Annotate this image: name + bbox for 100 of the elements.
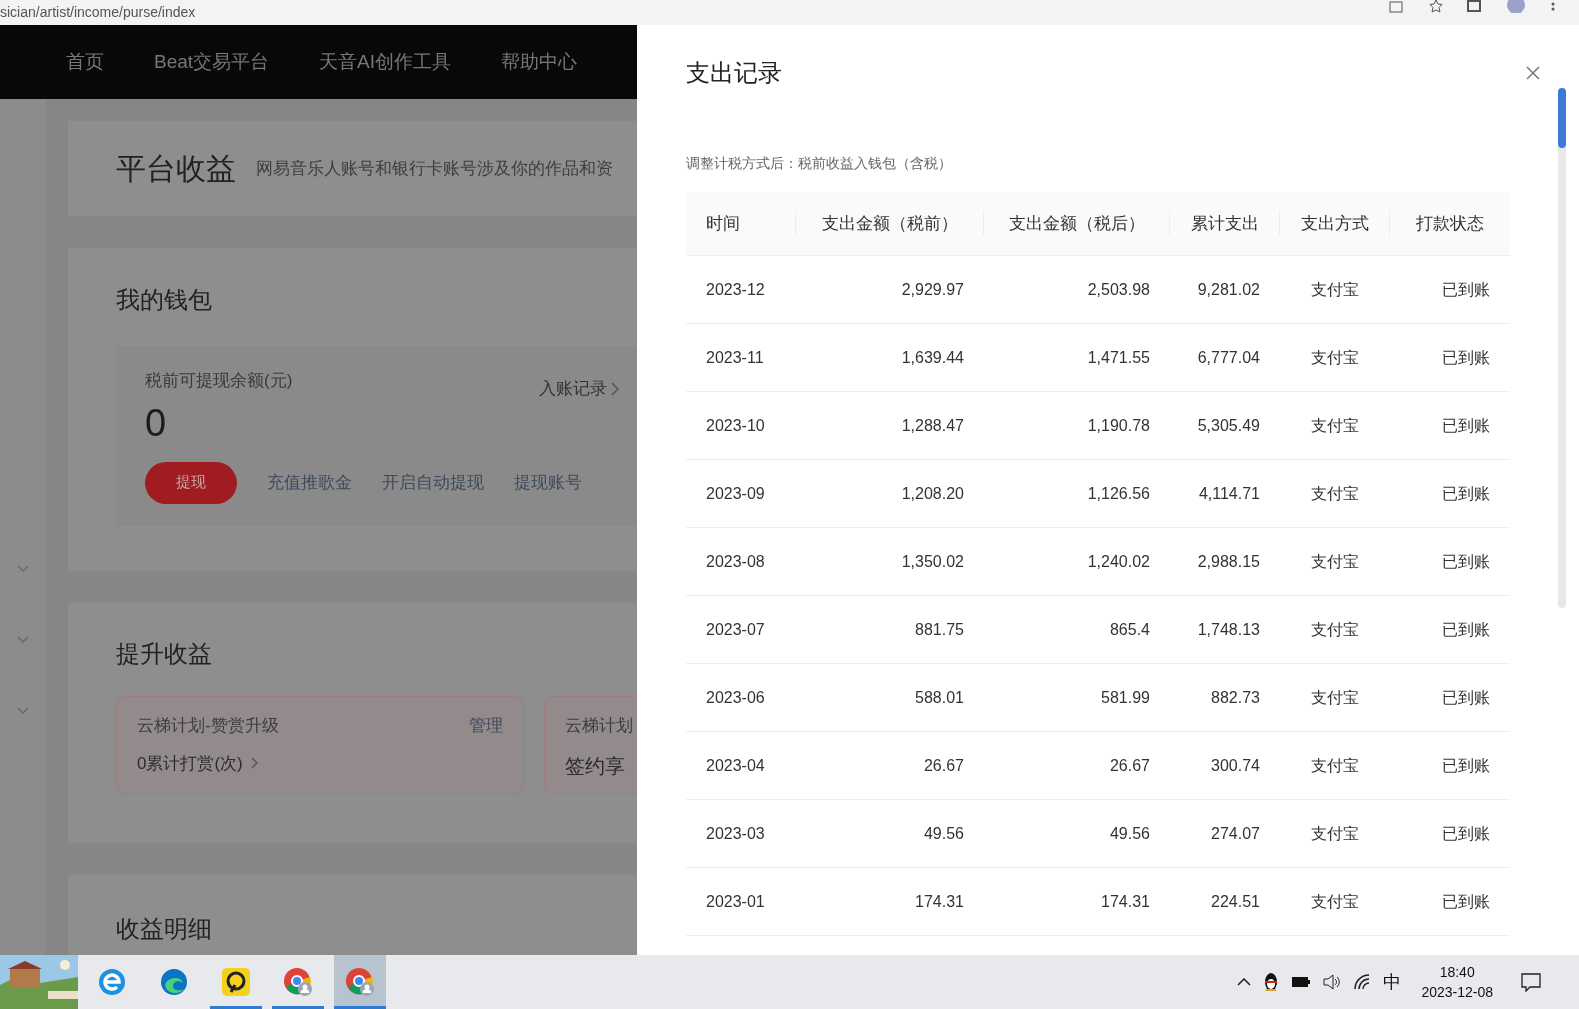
column-header: 支出金额（税前） <box>796 210 984 237</box>
manage-link[interactable]: 管理 <box>469 713 503 739</box>
wallet-link[interactable]: 开启自动提现 <box>382 469 484 496</box>
table-cell-text: 2023-09 <box>705 483 766 504</box>
nav-link[interactable]: 帮助中心 <box>501 47 578 77</box>
table-cell-text: 4,114.71 <box>1197 483 1261 504</box>
table-cell-text: 已到账 <box>1441 823 1491 844</box>
table-cell-text: 已到账 <box>1441 891 1491 912</box>
profile-icon[interactable] <box>1505 0 1527 13</box>
wallet-link[interactable]: 提现账号 <box>514 469 582 496</box>
penguin-icon[interactable] <box>1263 972 1280 992</box>
battery-icon[interactable] <box>1291 976 1312 988</box>
tax-note: 调整计税方式后：税前收益入钱包（含税） <box>686 154 953 173</box>
table-cell-text: 174.31 <box>1100 891 1151 912</box>
table-cell-text: 1,208.20 <box>900 483 965 504</box>
table-cell-text: 2,929.97 <box>900 279 965 300</box>
nav-link[interactable]: 首页 <box>66 47 104 77</box>
table-cell-text: 2023-01 <box>705 891 766 912</box>
plan-card[interactable]: 云梯计划 签约享 <box>544 696 637 794</box>
app-icon <box>221 967 251 997</box>
table-cell-text: 2023-08 <box>705 551 766 572</box>
table-cell-text: 1,748.13 <box>1196 619 1261 640</box>
page-title: 平台收益 <box>116 151 236 187</box>
table-cell-text: 1,240.02 <box>1086 551 1151 572</box>
table-cell-text: 49.56 <box>922 823 965 844</box>
table-cell-text: 2023-04 <box>705 755 766 776</box>
table-cell-text: 1,350.02 <box>900 551 965 572</box>
table-cell-text: 9,281.02 <box>1196 279 1261 300</box>
table-cell-text: 支付宝 <box>1310 687 1360 708</box>
table-cell-text: 已到账 <box>1441 483 1491 504</box>
clock-time: 18:40 <box>1439 963 1475 982</box>
input-method-indicator[interactable]: 中 <box>1383 968 1402 996</box>
table-cell-text: 已到账 <box>1441 551 1491 572</box>
table-cell-text: 已到账 <box>1441 347 1491 368</box>
url-text[interactable]: sician/artist/income/purse/index <box>0 4 196 20</box>
plan-stat: 签约享 <box>565 753 625 779</box>
table-cell-text: 支付宝 <box>1310 619 1360 640</box>
table-cell-text: 882.73 <box>1210 687 1261 708</box>
table-cell-text: 1,471.55 <box>1086 347 1151 368</box>
chevron-up-icon[interactable] <box>1237 978 1252 986</box>
wallet-link[interactable]: 充值推歌金 <box>267 469 352 496</box>
table-cell-text: 2023-12 <box>705 279 766 300</box>
plan-stat: 0累计打赏(次) <box>137 752 243 775</box>
table-cell-text: 已到账 <box>1441 687 1491 708</box>
table-cell-text: 1,288.47 <box>900 415 965 436</box>
plan-card[interactable]: 云梯计划-赞赏升级 管理 0累计打赏(次) <box>116 696 524 794</box>
withdraw-button[interactable]: 提现 <box>145 461 237 504</box>
more-icon[interactable] <box>1551 1 1555 11</box>
column-header: 打款状态 <box>1415 212 1485 235</box>
star-icon[interactable] <box>1429 0 1443 13</box>
column-header: 支出方式 <box>1280 210 1390 237</box>
table-cell-text: 2023-06 <box>705 687 766 708</box>
table-cell-text: 49.56 <box>1108 823 1151 844</box>
close-icon[interactable] <box>1526 66 1540 80</box>
browser-profile-icon <box>344 966 376 998</box>
window-icon[interactable] <box>1467 0 1481 12</box>
table-cell-text: 174.31 <box>914 891 965 912</box>
table-cell-text: 2023-10 <box>705 415 766 436</box>
table-cell-text: 881.75 <box>914 619 965 640</box>
balance-value: 0 <box>145 401 168 444</box>
clock-date: 2023-12-08 <box>1421 983 1493 1002</box>
table-cell-text: 865.4 <box>1108 619 1151 640</box>
table-cell-text: 支付宝 <box>1310 347 1360 368</box>
table-cell-text: 已到账 <box>1441 415 1491 436</box>
table-cell-text: 274.07 <box>1210 823 1261 844</box>
table-cell-text: 581.99 <box>1100 687 1151 708</box>
section-title: 提升收益 <box>116 639 213 669</box>
table-cell-text: 1,639.44 <box>900 347 965 368</box>
section-title: 我的钱包 <box>116 285 213 315</box>
share-icon[interactable] <box>1389 0 1405 13</box>
column-header: 时间 <box>686 210 796 237</box>
page-description: 网易音乐人账号和银行卡账号涉及你的作品和资 <box>256 157 613 180</box>
plan-title: 云梯计划-赞赏升级 <box>137 715 279 737</box>
table-cell-text: 支付宝 <box>1310 551 1360 572</box>
wifi-icon[interactable] <box>1353 974 1372 990</box>
table-cell-text: 支付宝 <box>1310 279 1360 300</box>
records-link[interactable]: 入账记录 <box>539 376 619 402</box>
table-cell-text: 2023-07 <box>705 619 766 640</box>
nav-link[interactable]: Beat交易平台 <box>154 47 270 77</box>
table-cell-text: 5,305.49 <box>1196 415 1261 436</box>
table-cell-text: 2,988.15 <box>1196 551 1261 572</box>
table-cell-text: 2023-11 <box>705 347 765 368</box>
volume-icon[interactable] <box>1323 974 1342 990</box>
scrollbar[interactable] <box>1558 88 1566 608</box>
table-cell-text: 2,503.98 <box>1086 279 1151 300</box>
table-cell-text: 已到账 <box>1441 619 1491 640</box>
chevron-right-icon[interactable] <box>250 757 258 770</box>
nav-link[interactable]: 天音AI创作工具 <box>319 47 452 77</box>
table-cell-text: 300.74 <box>1210 755 1261 776</box>
browser-e-icon <box>97 967 127 997</box>
notification-icon[interactable] <box>1521 972 1541 992</box>
table-cell-text: 1,190.78 <box>1086 415 1151 436</box>
clock[interactable]: 18:40 2023-12-08 <box>1421 962 1493 1002</box>
table-cell-text: 已到账 <box>1441 279 1491 300</box>
table-cell-text: 224.51 <box>1210 891 1261 912</box>
table-cell-text: 支付宝 <box>1310 755 1360 776</box>
table-cell-text: 26.67 <box>922 755 965 776</box>
column-header: 累计支出 <box>1170 210 1280 237</box>
chevron-right-icon <box>611 381 619 396</box>
table-cell-text: 26.67 <box>1108 755 1151 776</box>
